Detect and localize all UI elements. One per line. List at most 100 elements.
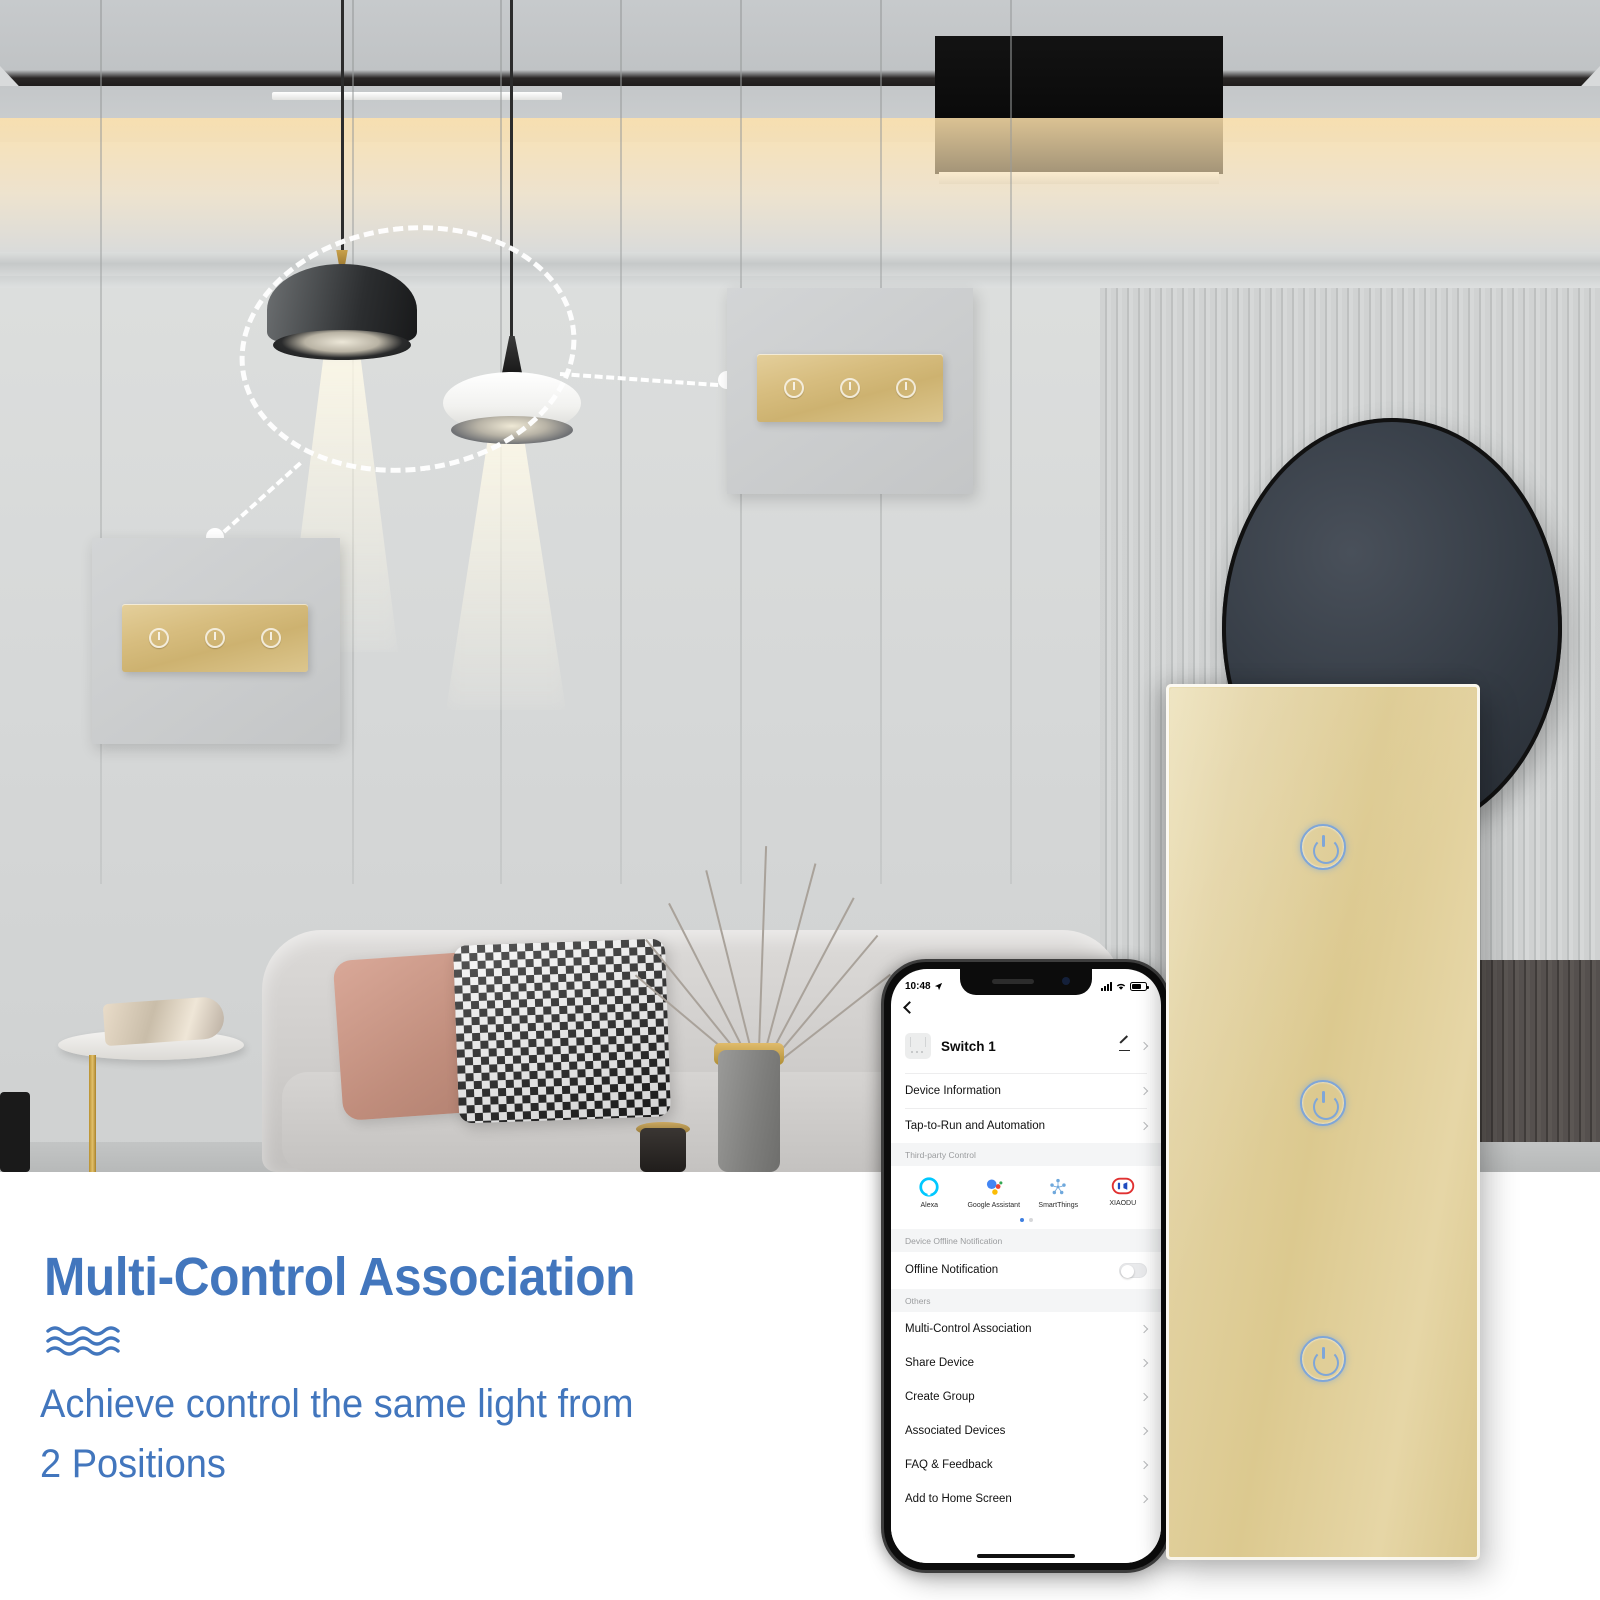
switch-thumbnail-icon — [905, 1033, 931, 1059]
power-indicator[interactable] — [784, 378, 804, 398]
page-title: Multi-Control Association — [44, 1247, 636, 1307]
front-camera-icon — [1062, 977, 1070, 985]
wall-switch-plate-left[interactable] — [92, 538, 340, 744]
row-share-device[interactable]: Share Device — [891, 1345, 1161, 1380]
product-gold-touch-switch[interactable] — [1166, 684, 1480, 1560]
third-party-control-list: Alexa Google Assistant SmartThings XIAOD… — [891, 1166, 1161, 1215]
row-faq-and-feedback[interactable]: FAQ & Feedback — [891, 1447, 1161, 1482]
row-associated-devices[interactable]: Associated Devices — [891, 1413, 1161, 1448]
wall-panel-line — [100, 0, 102, 884]
chevron-right-icon — [1139, 1121, 1149, 1131]
product-marketing-image: Multi-Control Association Achieve contro… — [0, 0, 1600, 1600]
third-party-item-xiaodu[interactable]: XIAODU — [1091, 1176, 1156, 1211]
chevron-right-icon — [1139, 1324, 1149, 1333]
row-tap-to-run-and-automation[interactable]: Tap-to-Run and Automation — [891, 1109, 1161, 1143]
home-indicator — [977, 1554, 1075, 1558]
side-table-leg — [89, 1055, 96, 1172]
xiaodu-icon — [1111, 1177, 1134, 1195]
chevron-right-icon — [1139, 1041, 1149, 1051]
chevron-left-icon[interactable] — [903, 1001, 916, 1014]
chevron-right-icon — [1139, 1494, 1149, 1503]
phone-nav-row — [891, 999, 1161, 1025]
marketing-text-band: Multi-Control Association Achieve contro… — [0, 1172, 884, 1600]
gold-switch-bar-right[interactable] — [757, 354, 943, 422]
gold-switch-bar-left[interactable] — [122, 604, 308, 672]
wifi-icon — [1116, 983, 1126, 990]
chevron-right-icon — [1139, 1460, 1149, 1469]
location-arrow-icon — [934, 982, 942, 990]
chevron-right-icon — [1139, 1392, 1149, 1401]
third-party-item-alexa[interactable]: Alexa — [897, 1176, 962, 1211]
dried-branches — [612, 838, 902, 1079]
power-indicator[interactable] — [896, 378, 916, 398]
row-create-group[interactable]: Create Group — [891, 1379, 1161, 1414]
section-header-offline-notification: Device Offline Notification — [891, 1228, 1161, 1252]
offline-notification-toggle[interactable] — [1119, 1262, 1147, 1278]
google-assistant-icon — [986, 1179, 1003, 1195]
item-label: XIAODU — [1109, 1200, 1137, 1207]
status-time: 10:48 — [905, 980, 931, 992]
item-label: SmartThings — [1038, 1202, 1079, 1209]
pager-dot-active — [1019, 1217, 1024, 1222]
wall-switch-plate-right[interactable] — [727, 288, 973, 494]
page-subtitle: Achieve control the same light from 2 Po… — [40, 1374, 895, 1494]
power-key-1[interactable] — [1300, 824, 1346, 870]
ceiling-light-strip — [272, 92, 562, 100]
row-label: Device Information — [905, 1085, 1001, 1097]
row-device-information[interactable]: Device Information — [891, 1074, 1161, 1108]
power-key-2[interactable] — [1300, 1080, 1346, 1126]
cornice — [0, 252, 1600, 278]
dark-object-left — [0, 1092, 30, 1172]
band-white-right-fill — [1480, 1172, 1600, 1600]
vase — [718, 1050, 780, 1172]
alexa-icon — [919, 1177, 939, 1197]
row-label: Tap-to-Run and Automation — [905, 1120, 1046, 1132]
row-label: Multi-Control Association — [905, 1322, 1032, 1335]
subtitle-line-2: 2 Positions — [40, 1442, 226, 1486]
wave-lines-icon — [46, 1324, 132, 1358]
row-label: FAQ & Feedback — [905, 1458, 993, 1471]
wall-panel-line — [1010, 0, 1012, 884]
item-label: Google Assistant — [967, 1202, 1021, 1209]
device-header[interactable]: Switch 1 — [891, 1025, 1161, 1073]
row-offline-notification[interactable]: Offline Notification — [891, 1251, 1161, 1289]
power-indicator[interactable] — [840, 378, 860, 398]
row-add-to-home-screen[interactable]: Add to Home Screen — [891, 1481, 1161, 1516]
row-label: Associated Devices — [905, 1424, 1006, 1437]
section-header-others: Others — [891, 1288, 1161, 1312]
pager-dot — [1028, 1217, 1033, 1222]
earpiece-speaker-icon — [992, 979, 1034, 984]
item-label: Alexa — [920, 1202, 938, 1209]
third-party-item-smartthings[interactable]: SmartThings — [1026, 1176, 1091, 1211]
row-label: Create Group — [905, 1390, 975, 1403]
row-label: Offline Notification — [905, 1264, 999, 1277]
row-label: Add to Home Screen — [905, 1492, 1012, 1505]
row-label: Share Device — [905, 1356, 975, 1369]
chevron-right-icon — [1139, 1426, 1149, 1435]
third-party-item-google-assistant[interactable]: Google Assistant — [962, 1176, 1027, 1211]
pencil-icon[interactable] — [1118, 1040, 1131, 1053]
smartphone-mockup: 10:48 Switch 1 Device Information Tap-to… — [884, 962, 1168, 1570]
lamp-cord-a — [341, 0, 344, 252]
carousel-pager[interactable] — [891, 1215, 1161, 1229]
power-indicator[interactable] — [205, 628, 225, 648]
device-settings-page: Switch 1 Device Information Tap-to-Run a… — [891, 1025, 1161, 1563]
phone-screen: 10:48 Switch 1 Device Information Tap-to… — [891, 969, 1161, 1563]
subtitle-line-1: Achieve control the same light from — [40, 1382, 634, 1426]
chevron-right-icon — [1139, 1358, 1149, 1367]
power-key-3[interactable] — [1300, 1336, 1346, 1382]
magazine — [102, 995, 226, 1047]
cellular-bars-icon — [1101, 981, 1112, 991]
chevron-right-icon — [1139, 1086, 1149, 1096]
cup — [640, 1128, 686, 1172]
wall-panel-line — [620, 0, 622, 884]
device-title: Switch 1 — [941, 1038, 996, 1054]
power-indicator[interactable] — [261, 628, 281, 648]
section-header-third-party: Third-party Control — [891, 1143, 1161, 1166]
smartthings-icon — [1050, 1178, 1066, 1195]
phone-notch — [960, 969, 1092, 995]
power-indicator[interactable] — [149, 628, 169, 648]
row-multi-control-association[interactable]: Multi-Control Association — [891, 1311, 1161, 1346]
cove-light-glow — [0, 118, 1600, 258]
battery-icon — [1130, 981, 1149, 991]
